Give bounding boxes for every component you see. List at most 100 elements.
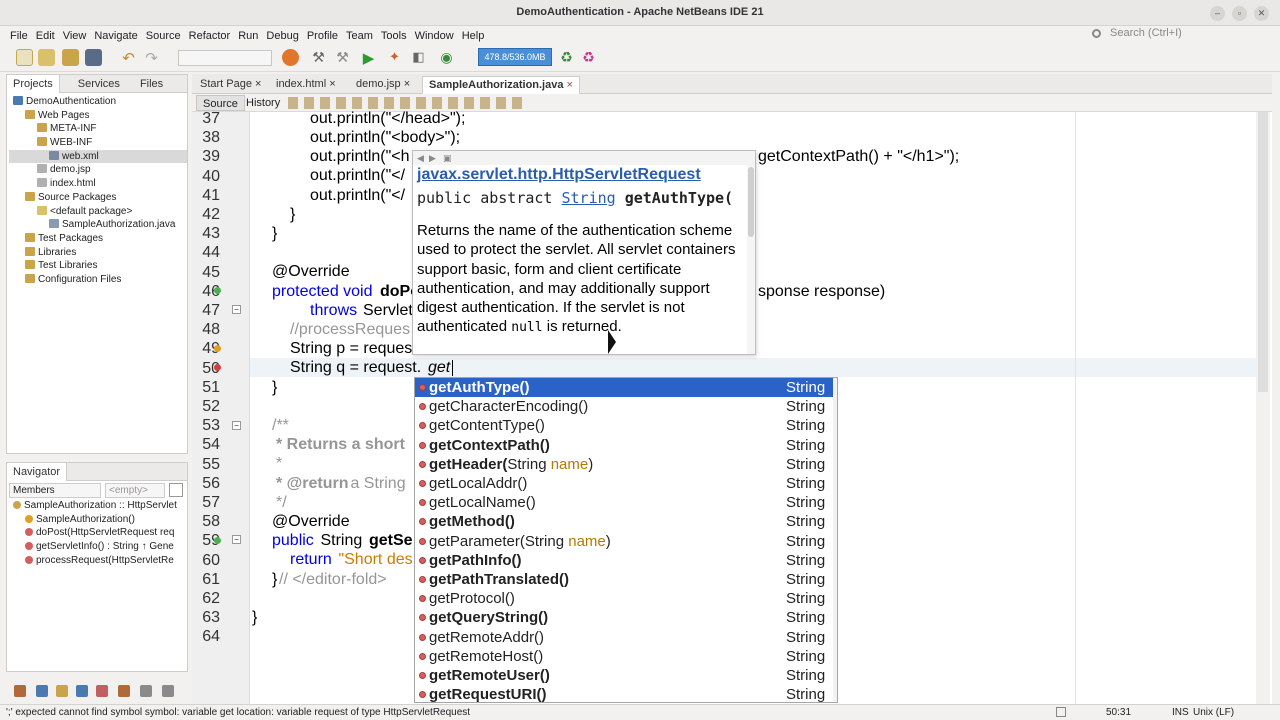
- close-icon[interactable]: ✕: [1254, 6, 1269, 21]
- completion-item[interactable]: getRemoteAddr() String: [415, 628, 833, 647]
- fold-icon[interactable]: −: [232, 535, 241, 544]
- attach-icon[interactable]: ◉: [438, 49, 455, 66]
- completion-item[interactable]: getRemoteHost() String: [415, 647, 833, 666]
- debug-icon[interactable]: ✦: [386, 49, 403, 66]
- navigator-filter-secondary[interactable]: <empty>: [105, 483, 165, 498]
- navigator-item[interactable]: SampleAuthorization :: HttpServlet: [9, 499, 187, 513]
- menu-profile[interactable]: Profile: [303, 27, 342, 45]
- completion-scrollbar[interactable]: [833, 378, 837, 702]
- tree-item[interactable]: Web Pages: [9, 109, 187, 123]
- tree-item[interactable]: demo.jsp: [9, 163, 187, 177]
- navigator-options-icon[interactable]: [169, 483, 183, 497]
- editor-scroll-thumb[interactable]: [1258, 112, 1268, 392]
- memory-indicator[interactable]: 478.8/536.0MB: [478, 48, 552, 66]
- tree-item[interactable]: <default package>: [9, 205, 187, 219]
- menu-tools[interactable]: Tools: [377, 27, 411, 45]
- code-completion-popup[interactable]: getAuthType() String getCharacterEncoding(…: [414, 377, 838, 703]
- navigator-item[interactable]: SampleAuthorization(): [9, 513, 187, 527]
- forward-icon[interactable]: ▶: [429, 153, 436, 164]
- editor-actions-icon[interactable]: [288, 97, 528, 109]
- menu-navigate[interactable]: Navigate: [90, 27, 141, 45]
- completion-item[interactable]: getLocalAddr() String: [415, 474, 833, 493]
- back-icon[interactable]: ◀: [417, 153, 424, 164]
- menu-view[interactable]: View: [59, 27, 91, 45]
- menu-window[interactable]: Window: [411, 27, 458, 45]
- notifications-icon[interactable]: [1056, 707, 1066, 717]
- open-source-icon[interactable]: ▣: [443, 153, 452, 164]
- tree-item[interactable]: Libraries: [9, 246, 187, 260]
- tab-demo-jsp[interactable]: demo.jsp ×: [350, 76, 416, 94]
- completion-item[interactable]: getMethod() String: [415, 512, 833, 531]
- menu-team[interactable]: Team: [342, 27, 377, 45]
- tree-item[interactable]: web.xml: [9, 149, 187, 164]
- tab-index-html[interactable]: index.html ×: [270, 76, 342, 94]
- completion-item[interactable]: getContentType() String: [415, 416, 833, 435]
- tree-item[interactable]: Test Packages: [9, 232, 187, 246]
- completion-item[interactable]: getHeader(String name) String: [415, 455, 833, 474]
- completion-item[interactable]: getAuthType() String: [415, 378, 833, 398]
- filter-icon[interactable]: [118, 685, 130, 697]
- filter-icon[interactable]: [36, 685, 48, 697]
- menu-file[interactable]: File: [6, 27, 32, 45]
- new-project-icon[interactable]: [38, 49, 55, 66]
- close-tab-icon[interactable]: ×: [567, 79, 573, 91]
- javadoc-scroll-thumb[interactable]: [748, 167, 754, 237]
- history-button[interactable]: History: [242, 95, 284, 111]
- browser-icon[interactable]: [282, 49, 299, 66]
- tab-sample-authorization[interactable]: SampleAuthorization.java ×: [422, 76, 580, 94]
- completion-item[interactable]: getQueryString() String: [415, 608, 833, 627]
- navigator-item[interactable]: doPost(HttpServletRequest req: [9, 526, 187, 540]
- completion-item[interactable]: getProtocol() String: [415, 589, 833, 608]
- filter-icon[interactable]: [140, 685, 152, 697]
- filter-icon[interactable]: [76, 685, 88, 697]
- filter-icon[interactable]: [96, 685, 108, 697]
- navigator-item[interactable]: processRequest(HttpServletRe: [9, 554, 187, 568]
- navigator-item[interactable]: getServletInfo() : String ↑ Gene: [9, 540, 187, 554]
- completion-item[interactable]: getRemoteUser() String: [415, 666, 833, 685]
- tree-item[interactable]: DemoAuthentication: [9, 95, 187, 109]
- search-input[interactable]: Search (Ctrl+I): [1110, 27, 1182, 39]
- fold-icon[interactable]: −: [232, 421, 241, 430]
- filter-icon[interactable]: [14, 685, 26, 697]
- profiler-icon[interactable]: ♻: [580, 49, 597, 66]
- menu-edit[interactable]: Edit: [32, 27, 59, 45]
- completion-item[interactable]: getCharacterEncoding() String: [415, 397, 833, 416]
- save-all-icon[interactable]: [85, 49, 102, 66]
- javadoc-class-link[interactable]: javax.servlet.http.HttpServletRequest: [417, 166, 701, 184]
- filter-icon[interactable]: [56, 685, 68, 697]
- tab-files[interactable]: Files: [134, 75, 169, 93]
- minimize-icon[interactable]: –: [1210, 6, 1225, 21]
- menu-debug[interactable]: Debug: [262, 27, 302, 45]
- new-file-icon[interactable]: [16, 49, 33, 66]
- gc-icon[interactable]: ♻: [558, 49, 575, 66]
- completion-item[interactable]: getContextPath() String: [415, 436, 833, 455]
- tab-start-page[interactable]: Start Page ×: [194, 76, 267, 94]
- config-combo[interactable]: [178, 50, 272, 66]
- fold-icon[interactable]: −: [232, 305, 241, 314]
- completion-item[interactable]: getParameter(String name) String: [415, 532, 833, 551]
- filter-icon[interactable]: [162, 685, 174, 697]
- menu-run[interactable]: Run: [234, 27, 262, 45]
- completion-item[interactable]: getPathTranslated() String: [415, 570, 833, 589]
- open-project-icon[interactable]: [62, 49, 79, 66]
- tree-item[interactable]: Test Libraries: [9, 259, 187, 273]
- completion-item[interactable]: getRequestURI() String: [415, 685, 833, 702]
- redo-icon[interactable]: ↷: [143, 49, 160, 67]
- maximize-icon[interactable]: ▫: [1232, 6, 1247, 21]
- tree-item[interactable]: META-INF: [9, 122, 187, 136]
- run-icon[interactable]: ▶: [360, 49, 377, 67]
- menu-source[interactable]: Source: [142, 27, 185, 45]
- tree-item[interactable]: SampleAuthorization.java: [9, 218, 187, 232]
- navigator-filter[interactable]: Members: [9, 483, 101, 498]
- tab-projects[interactable]: Projects: [7, 75, 60, 93]
- menu-help[interactable]: Help: [458, 27, 489, 45]
- tree-item[interactable]: WEB-INF: [9, 136, 187, 150]
- completion-item[interactable]: getPathInfo() String: [415, 551, 833, 570]
- build-icon[interactable]: ⚒: [310, 49, 327, 66]
- tree-item[interactable]: Configuration Files: [9, 273, 187, 287]
- tree-item[interactable]: index.html: [9, 177, 187, 191]
- tab-services[interactable]: Services: [72, 75, 126, 93]
- tree-item[interactable]: Source Packages: [9, 191, 187, 205]
- clean-build-icon[interactable]: ⚒: [334, 49, 351, 66]
- tab-navigator[interactable]: Navigator: [7, 463, 68, 481]
